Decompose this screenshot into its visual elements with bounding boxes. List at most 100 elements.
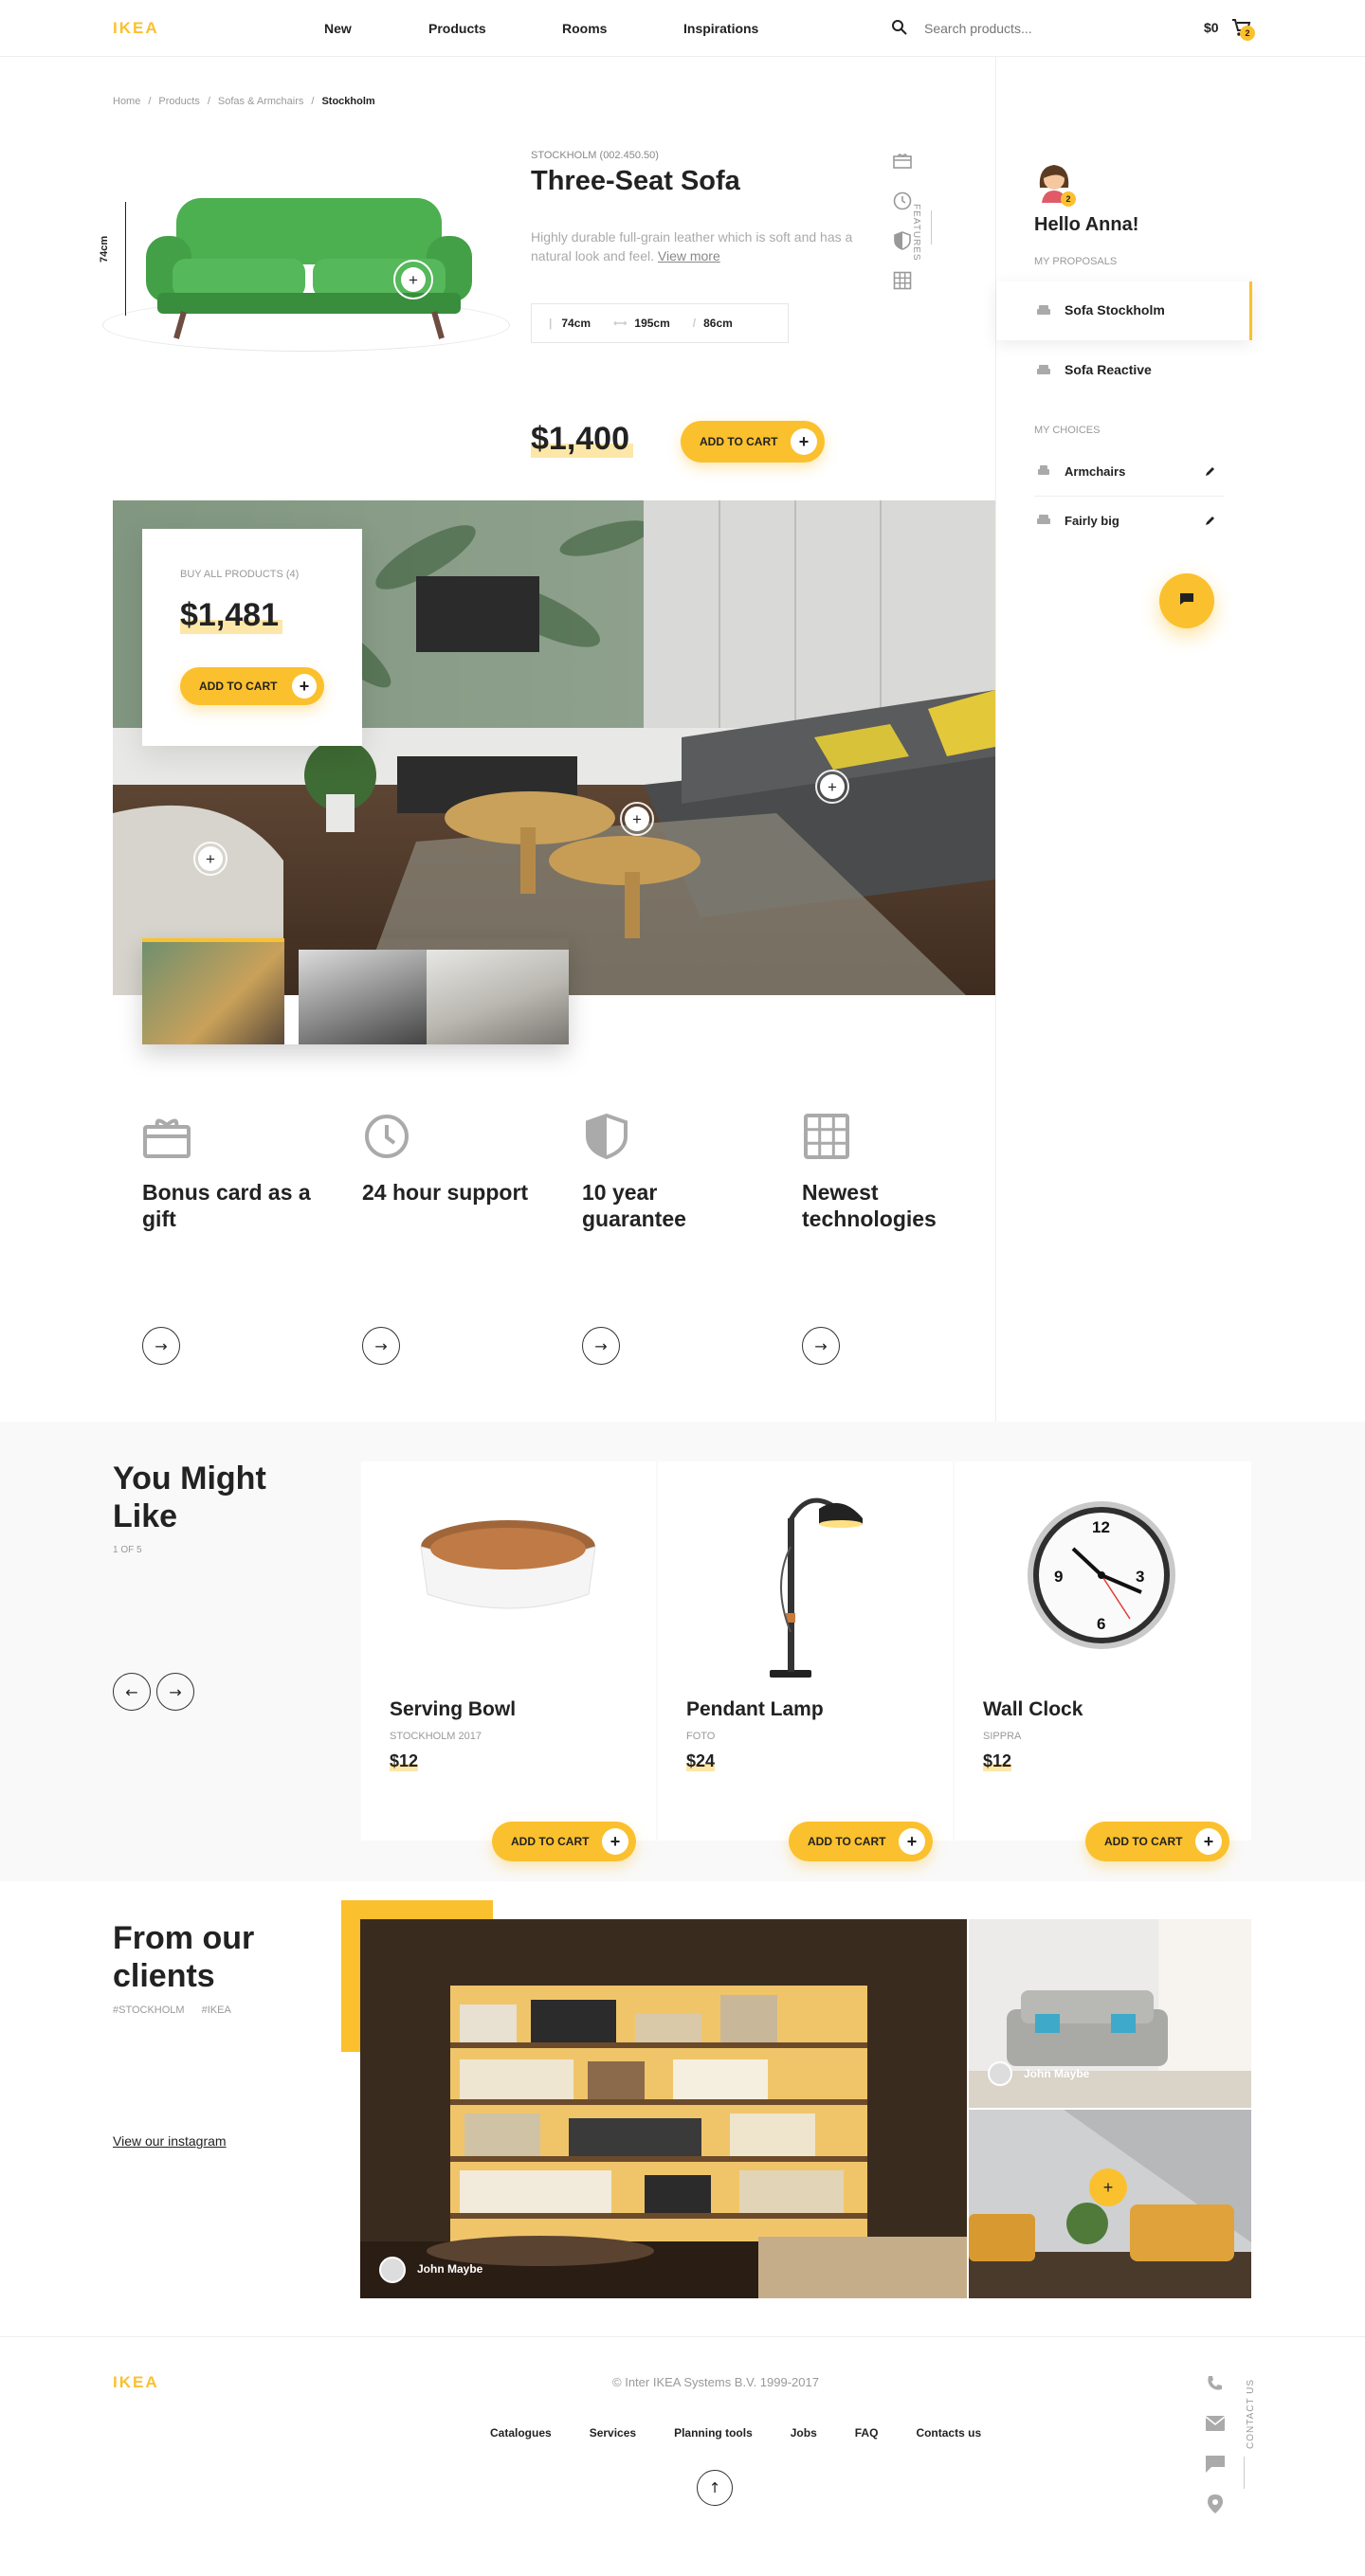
footer-links: Catalogues Services Planning tools Jobs …: [490, 2426, 981, 2440]
breadcrumb-sofas[interactable]: Sofas & Armchairs: [218, 96, 303, 107]
author-name[interactable]: John Maybe: [1024, 2067, 1089, 2080]
product-price: $1,400: [531, 421, 633, 458]
photo-hotspot[interactable]: +: [1089, 2168, 1127, 2206]
height-dimension: 74cm: [99, 235, 110, 263]
footer-link-catalogues[interactable]: Catalogues: [490, 2426, 552, 2440]
footer-link-jobs[interactable]: Jobs: [791, 2426, 817, 2440]
feature-arrow-button[interactable]: →: [142, 1327, 180, 1365]
nav-inspirations[interactable]: Inspirations: [683, 21, 758, 36]
product-collection: FOTO: [686, 1731, 716, 1742]
arrow-right-icon: →: [374, 1336, 388, 1355]
contact-us-label: CONTACT US: [1246, 2378, 1256, 2449]
nav-new[interactable]: New: [324, 21, 352, 36]
feature-title: Bonus card as a gift: [142, 1180, 311, 1231]
feature-arrow-button[interactable]: →: [362, 1327, 400, 1365]
tag-ikea[interactable]: #IKEA: [202, 2005, 231, 2016]
buy-all-add-to-cart[interactable]: ADD TO CART +: [180, 667, 324, 705]
sofa-icon: [1036, 304, 1051, 322]
clients-section: From our clients #STOCKHOLM #IKEA View o…: [0, 1881, 1365, 2336]
proposal-label: Sofa Stockholm: [1065, 302, 1165, 317]
tag-stockholm[interactable]: #STOCKHOLM: [113, 2005, 185, 2016]
search-input[interactable]: [924, 16, 1095, 41]
add-to-cart-label: ADD TO CART: [808, 1835, 886, 1848]
room-hotspot-1[interactable]: +: [193, 842, 228, 876]
clock-icon[interactable]: [893, 191, 912, 215]
client-photo-bookshelf[interactable]: John Maybe: [360, 1919, 967, 2298]
proposal-sofa-reactive[interactable]: Sofa Reactive: [996, 341, 1252, 400]
product-sku: STOCKHOLM (002.450.50): [531, 150, 659, 161]
edit-icon[interactable]: [1205, 514, 1216, 531]
view-more-link[interactable]: View more: [658, 248, 720, 263]
product-collection: STOCKHOLM 2017: [390, 1731, 482, 1742]
height-icon: |: [549, 317, 553, 330]
next-button[interactable]: →: [156, 1673, 194, 1711]
choice-fairly-big[interactable]: Fairly big: [1034, 504, 1224, 546]
plus-icon: +: [602, 1828, 628, 1855]
avatar-badge: 2: [1061, 191, 1076, 207]
cart-count-badge: 2: [1240, 26, 1255, 41]
prev-button[interactable]: ←: [113, 1673, 151, 1711]
room-hotspot-2[interactable]: +: [620, 802, 654, 836]
product-card-serving-bowl[interactable]: Serving Bowl STOCKHOLM 2017 $12 ADD TO C…: [361, 1461, 656, 1861]
product-name: Wall Clock: [983, 1698, 1083, 1720]
footer-link-services[interactable]: Services: [590, 2426, 636, 2440]
location-icon[interactable]: [1208, 2494, 1223, 2518]
chat-button[interactable]: [1159, 573, 1214, 628]
ikea-logo[interactable]: IKEA: [113, 19, 159, 38]
shield-icon[interactable]: [893, 231, 912, 255]
thumbnail-kitchen[interactable]: [299, 950, 427, 1044]
client-photo-living-room[interactable]: John Maybe: [969, 1919, 1251, 2108]
instagram-link[interactable]: View our instagram: [113, 2133, 227, 2149]
edit-icon[interactable]: [1205, 464, 1216, 481]
phone-icon[interactable]: [1206, 2375, 1223, 2397]
arrow-up-icon: ↑: [708, 2479, 721, 2496]
grid-icon[interactable]: [893, 271, 912, 295]
feature-arrow-button[interactable]: →: [802, 1327, 840, 1365]
product-card-pendant-lamp[interactable]: Pendant Lamp FOTO $24 ADD TO CART +: [658, 1461, 953, 1861]
breadcrumb-home[interactable]: Home: [113, 96, 140, 107]
sofa-hotspot[interactable]: +: [393, 260, 433, 299]
width-icon: ⟷: [613, 317, 628, 329]
buy-all-card: BUY ALL PRODUCTS (4) $1,481 ADD TO CART …: [142, 529, 362, 746]
client-photo-yellow-chairs[interactable]: +: [969, 2110, 1251, 2298]
greeting: Hello Anna!: [1034, 214, 1139, 235]
feature-arrow-button[interactable]: →: [582, 1327, 620, 1365]
search-icon[interactable]: [891, 19, 908, 41]
footer-link-contacts[interactable]: Contacts us: [916, 2426, 981, 2440]
footer-link-faq[interactable]: FAQ: [855, 2426, 879, 2440]
product-description: Highly durable full-grain leather which …: [531, 227, 872, 265]
add-to-cart-label: ADD TO CART: [1104, 1835, 1183, 1848]
room-hotspot-3[interactable]: +: [815, 770, 849, 804]
add-to-cart-button[interactable]: ADD TO CART +: [492, 1822, 636, 1861]
copyright: © Inter IKEA Systems B.V. 1999-2017: [612, 2375, 819, 2389]
thumbnail-lounge[interactable]: [427, 950, 569, 1044]
add-to-cart-button[interactable]: ADD TO CART +: [1085, 1822, 1229, 1861]
add-to-cart-button[interactable]: ADD TO CART +: [789, 1822, 933, 1861]
clients-title: From our clients: [113, 1920, 255, 1994]
feature-guarantee: 10 year guarantee: [582, 1113, 772, 1232]
nav-rooms[interactable]: Rooms: [562, 21, 607, 36]
gift-card-icon[interactable]: [893, 152, 912, 173]
arrow-right-icon: →: [814, 1336, 828, 1355]
product-card-wall-clock[interactable]: 12 3 6 9 Wall Clock SIPPRA $12 ADD TO CART …: [955, 1461, 1251, 1861]
recommendations-pager: 1 OF 5: [113, 1545, 142, 1555]
mail-icon[interactable]: [1205, 2416, 1226, 2436]
chat-icon: [1179, 592, 1194, 610]
proposal-sofa-stockholm[interactable]: Sofa Stockholm: [996, 281, 1252, 340]
proposal-label: Sofa Reactive: [1065, 362, 1152, 377]
features-row: Bonus card as a gift 24 hour support 10 …: [142, 1113, 976, 1370]
nav-products[interactable]: Products: [428, 21, 486, 36]
room-thumbnails: [142, 938, 569, 1044]
author-name[interactable]: John Maybe: [417, 2262, 482, 2276]
thumbnail-living-room[interactable]: [142, 938, 284, 1044]
footer-link-planning-tools[interactable]: Planning tools: [674, 2426, 753, 2440]
back-to-top-button[interactable]: ↑: [697, 2470, 733, 2506]
gift-card-icon: [142, 1118, 191, 1163]
feature-title: Newest technologies: [802, 1180, 937, 1231]
choice-armchairs[interactable]: Armchairs: [1034, 455, 1224, 497]
chat-icon[interactable]: [1206, 2456, 1225, 2477]
product-name: Pendant Lamp: [686, 1698, 824, 1720]
breadcrumb-products[interactable]: Products: [158, 96, 199, 107]
feature-title: 24 hour support: [362, 1180, 529, 1205]
add-to-cart-button[interactable]: ADD TO CART +: [681, 421, 825, 463]
